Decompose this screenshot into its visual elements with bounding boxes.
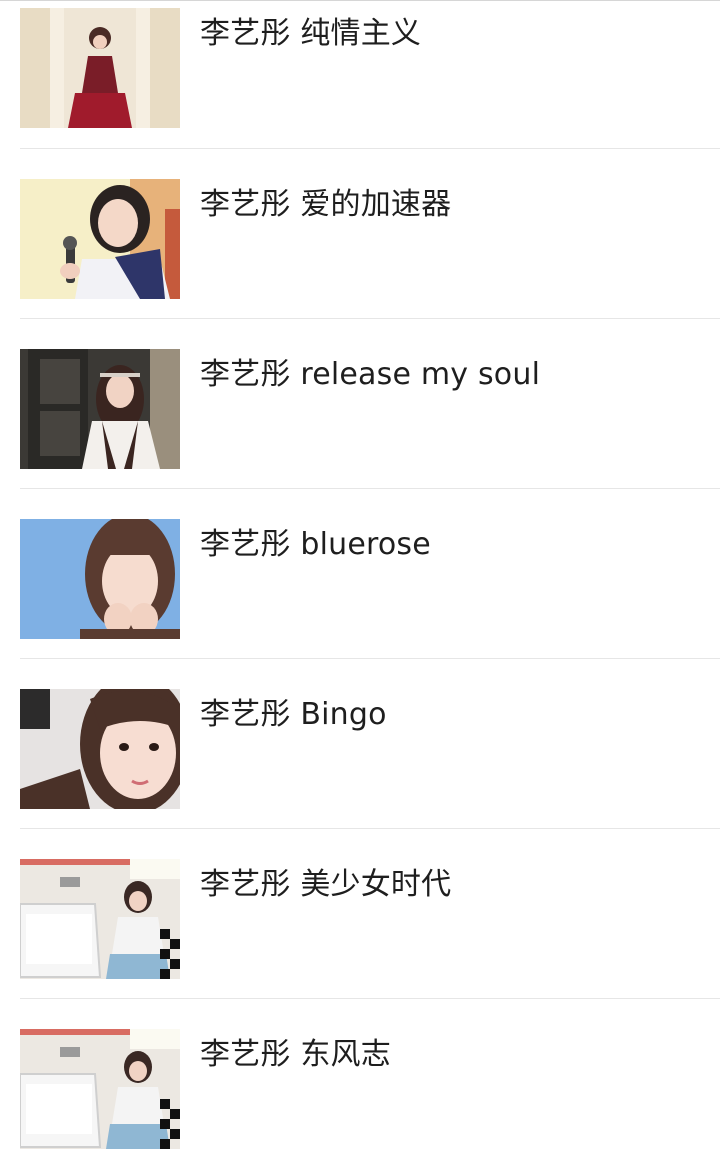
thumbnail-image [20,859,180,979]
photo-thumbnail-icon [20,349,180,469]
photo-thumbnail-icon [20,519,180,639]
item-title: 李艺彤 Bingo [200,697,387,732]
thumbnail-image [20,689,180,809]
photo-thumbnail-icon [20,1029,180,1149]
thumbnail-image [20,8,180,128]
thumbnail-image [20,349,180,469]
photo-thumbnail-icon [20,859,180,979]
list-item[interactable]: 李艺彤 美少女时代 [0,829,720,999]
photo-thumbnail-icon [20,179,180,299]
song-list: 李艺彤 纯情主义 李艺彤 爱的加速器 李艺彤 release my soul 李… [0,0,720,1169]
list-item[interactable]: 李艺彤 bluerose [0,489,720,659]
list-item[interactable]: 李艺彤 东风志 [0,999,720,1169]
item-title: 李艺彤 爱的加速器 [200,187,452,222]
list-item[interactable]: 李艺彤 纯情主义 [0,0,720,149]
list-item[interactable]: 李艺彤 Bingo [0,659,720,829]
item-title: 李艺彤 release my soul [200,357,541,392]
item-title: 李艺彤 纯情主义 [200,16,422,51]
item-title: 李艺彤 东风志 [200,1037,391,1072]
photo-thumbnail-icon [20,689,180,809]
item-title: 李艺彤 美少女时代 [200,867,452,902]
thumbnail-image [20,519,180,639]
item-title: 李艺彤 bluerose [200,527,431,562]
list-item[interactable]: 李艺彤 release my soul [0,319,720,489]
thumbnail-image [20,1029,180,1149]
list-item[interactable]: 李艺彤 爱的加速器 [0,149,720,319]
thumbnail-image [20,179,180,299]
photo-thumbnail-icon [20,8,180,128]
